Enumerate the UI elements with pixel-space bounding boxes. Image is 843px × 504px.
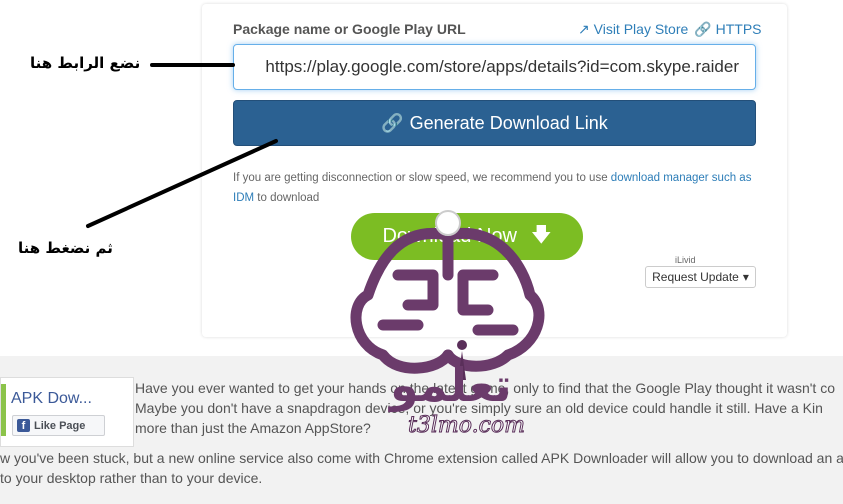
article-line: to your desktop rather than to your devi… — [0, 470, 263, 486]
chain-link-icon: 🔗 — [381, 112, 404, 133]
site-watermark: t3lmo.com — [407, 413, 526, 439]
link-icon: 🔗 — [694, 21, 712, 37]
request-update-dropdown[interactable]: Request Update ▾ — [645, 266, 756, 288]
https-label: HTTPS — [715, 21, 762, 37]
generate-label: Generate Download Link — [409, 112, 608, 133]
top-links: ↗ Visit Play Store 🔗 HTTPS — [578, 21, 762, 38]
visit-play-store-link[interactable]: ↗ Visit Play Store — [578, 21, 688, 38]
caret-down-icon: ▾ — [742, 270, 749, 284]
annotation-then-click: ثم نضغط هنا — [18, 239, 113, 257]
request-update-label: Request Update — [652, 270, 739, 284]
package-field-label: Package name or Google Play URL — [233, 21, 466, 37]
like-page-button[interactable]: f Like Page — [12, 415, 105, 436]
visit-play-store-label: Visit Play Store — [593, 21, 689, 37]
article-line: w you've been stuck, but a new online se… — [0, 450, 843, 466]
annotation-put-link: نضع الرابط هنا — [30, 54, 141, 72]
brand-logo-text: تعلمو — [390, 358, 512, 412]
facebook-page-widget: APK Dow... f Like Page — [0, 377, 134, 447]
note-tail: to download — [254, 192, 320, 204]
facebook-icon: f — [17, 419, 30, 432]
article-line: more than just the Amazon AppStore? — [135, 420, 371, 436]
ilivid-label: iLivid — [675, 255, 696, 265]
external-link-icon: ↗ — [578, 21, 590, 37]
facebook-page-name[interactable]: APK Dow... — [11, 390, 92, 408]
https-link[interactable]: 🔗 HTTPS — [694, 21, 761, 38]
speed-note: If you are getting disconnection or slow… — [233, 168, 753, 208]
like-page-label: Like Page — [34, 419, 86, 432]
page-thumbnail — [1, 384, 6, 436]
generate-download-link-button[interactable]: 🔗 Generate Download Link — [233, 100, 756, 146]
package-url-input[interactable] — [233, 44, 756, 90]
note-text: If you are getting disconnection or slow… — [233, 172, 611, 184]
